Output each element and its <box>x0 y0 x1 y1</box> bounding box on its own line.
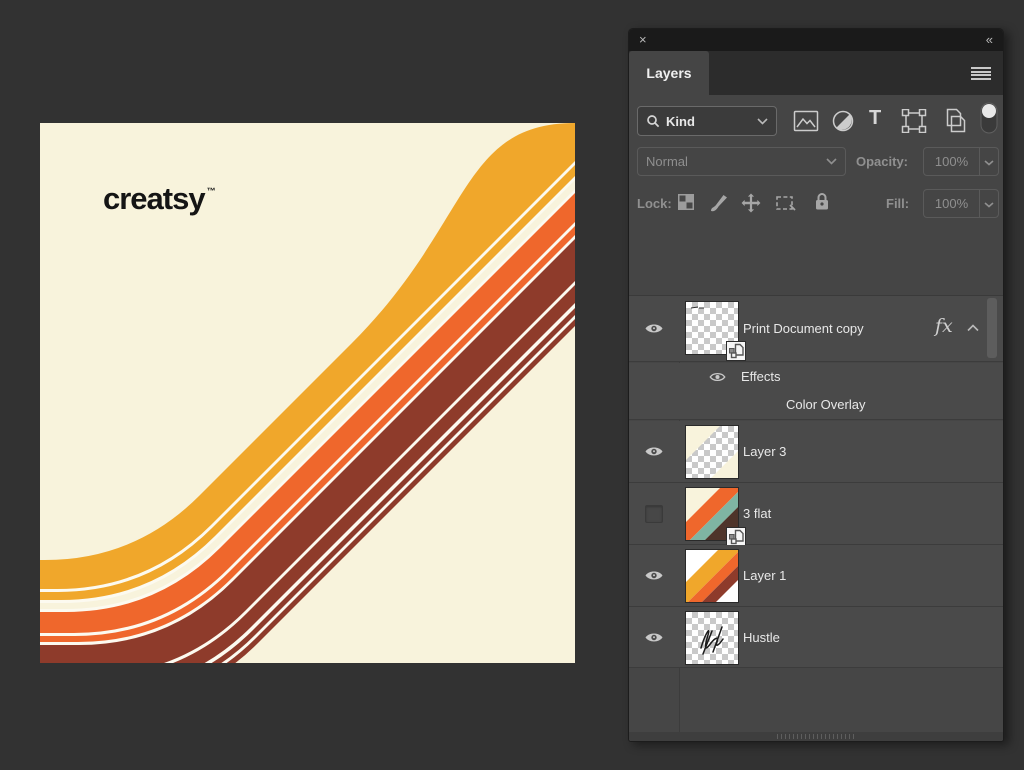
thumbnail-art <box>686 426 738 478</box>
panel-resize-strip[interactable] <box>629 732 1003 741</box>
panel-body: Kind T <box>629 95 1003 732</box>
lock-position-button[interactable] <box>741 193 761 216</box>
lock-icon <box>813 191 831 212</box>
effects-row[interactable]: Effects <box>629 363 1003 391</box>
kind-filter-label: Kind <box>666 114 695 129</box>
smart-object-badge-icon <box>726 527 746 547</box>
trademark-symbol: ™ <box>207 186 216 196</box>
layer-row-hustle[interactable]: Hustle <box>629 607 1003 668</box>
close-panel-icon[interactable]: × <box>639 29 647 51</box>
layer-thumbnail[interactable] <box>685 611 739 665</box>
kind-filter-dropdown[interactable]: Kind <box>637 106 777 136</box>
fill-label: Fill: <box>886 196 909 211</box>
image-icon <box>793 109 819 133</box>
fx-indicator: fx <box>935 315 953 337</box>
tab-layers[interactable]: Layers <box>629 51 709 95</box>
layer-thumbnail[interactable] <box>685 301 739 355</box>
visibility-toggle[interactable] <box>644 445 664 458</box>
visibility-toggle[interactable] <box>644 569 664 582</box>
layer-name[interactable]: Print Document copy <box>743 321 864 336</box>
layer-row-layer-3[interactable]: Layer 3 <box>629 421 1003 483</box>
document-canvas: creatsy™ <box>40 123 575 663</box>
fill-field[interactable]: 100% <box>923 189 999 218</box>
brush-icon <box>709 193 729 213</box>
layers-panel: × « Layers Kind <box>628 28 1004 742</box>
opacity-value: 100% <box>924 154 979 169</box>
filter-smart-objects-button[interactable] <box>943 108 967 136</box>
visibility-toggle[interactable] <box>644 631 664 644</box>
search-icon <box>646 114 660 128</box>
smart-object-pages-icon <box>943 108 967 133</box>
panel-tabstrip: Layers <box>629 51 1003 95</box>
eye-icon <box>644 569 664 582</box>
shape-icon <box>901 109 927 133</box>
collapse-panel-icon[interactable]: « <box>986 29 993 51</box>
lock-artboard-button[interactable] <box>775 194 797 215</box>
eye-icon <box>644 322 664 335</box>
layer-thumbnail[interactable] <box>685 425 739 479</box>
layer-row-print-document-copy[interactable]: Print Document copy fx <box>629 296 1003 362</box>
layer-list-scrollbar[interactable] <box>985 298 999 732</box>
toggle-icon <box>979 101 999 135</box>
filter-pixel-layers-button[interactable] <box>793 109 819 136</box>
checkerboard-icon <box>677 193 695 211</box>
filter-toggle-switch[interactable] <box>979 101 999 138</box>
eye-icon <box>644 631 664 644</box>
layer-thumbnail[interactable] <box>685 549 739 603</box>
layer-name[interactable]: 3 flat <box>743 506 771 521</box>
scrollbar-thumb[interactable] <box>987 298 997 358</box>
layer-row-layer-1[interactable]: Layer 1 <box>629 545 1003 607</box>
visibility-toggle[interactable] <box>644 322 664 335</box>
opacity-field[interactable]: 100% <box>923 147 999 176</box>
layer-name[interactable]: Layer 3 <box>743 444 786 459</box>
opacity-label: Opacity: <box>856 154 908 169</box>
filter-type-layers-button[interactable]: T <box>869 107 881 130</box>
fill-value: 100% <box>924 196 979 211</box>
thumbnail-signature <box>686 612 738 664</box>
layer-name[interactable]: Layer 1 <box>743 568 786 583</box>
smart-object-badge-icon <box>726 341 746 361</box>
eye-icon <box>709 371 726 383</box>
effect-item-row[interactable]: Color Overlay <box>629 391 1003 420</box>
lock-all-button[interactable] <box>813 191 831 215</box>
chevron-down-icon <box>984 160 994 166</box>
effect-item-label: Color Overlay <box>786 397 865 412</box>
resize-grip[interactable] <box>777 734 857 739</box>
layer-row-3-flat[interactable]: 3 flat <box>629 483 1003 545</box>
creatsy-logo: creatsy™ <box>103 181 214 217</box>
layer-list: Print Document copy fx Effects Color Ove… <box>629 295 1003 732</box>
half-circle-icon <box>831 109 855 133</box>
lock-pixels-button[interactable] <box>709 193 729 216</box>
type-icon: T <box>869 107 881 129</box>
thumbnail-art <box>686 550 738 602</box>
chevron-down-icon <box>984 202 994 208</box>
move-icon <box>741 193 761 213</box>
blend-mode-value: Normal <box>646 154 688 169</box>
panel-titlebar: × « <box>629 29 1003 51</box>
collapse-effects-icon[interactable] <box>967 324 979 332</box>
layer-thumbnail[interactable] <box>685 487 739 541</box>
filter-shape-layers-button[interactable] <box>901 109 927 136</box>
lock-transparency-button[interactable] <box>677 193 695 214</box>
effects-label: Effects <box>741 369 781 384</box>
eye-icon <box>644 445 664 458</box>
effects-visibility-toggle[interactable] <box>709 371 726 386</box>
lock-label: Lock: <box>637 196 672 211</box>
chevron-down-icon <box>757 118 768 125</box>
artboard-icon <box>775 194 797 212</box>
panel-menu-icon[interactable] <box>971 67 991 80</box>
blend-mode-dropdown[interactable]: Normal <box>637 147 846 176</box>
chevron-down-icon <box>826 158 837 165</box>
visibility-toggle[interactable] <box>645 505 663 523</box>
filter-adjustment-layers-button[interactable] <box>831 109 855 136</box>
layer-name[interactable]: Hustle <box>743 630 780 645</box>
